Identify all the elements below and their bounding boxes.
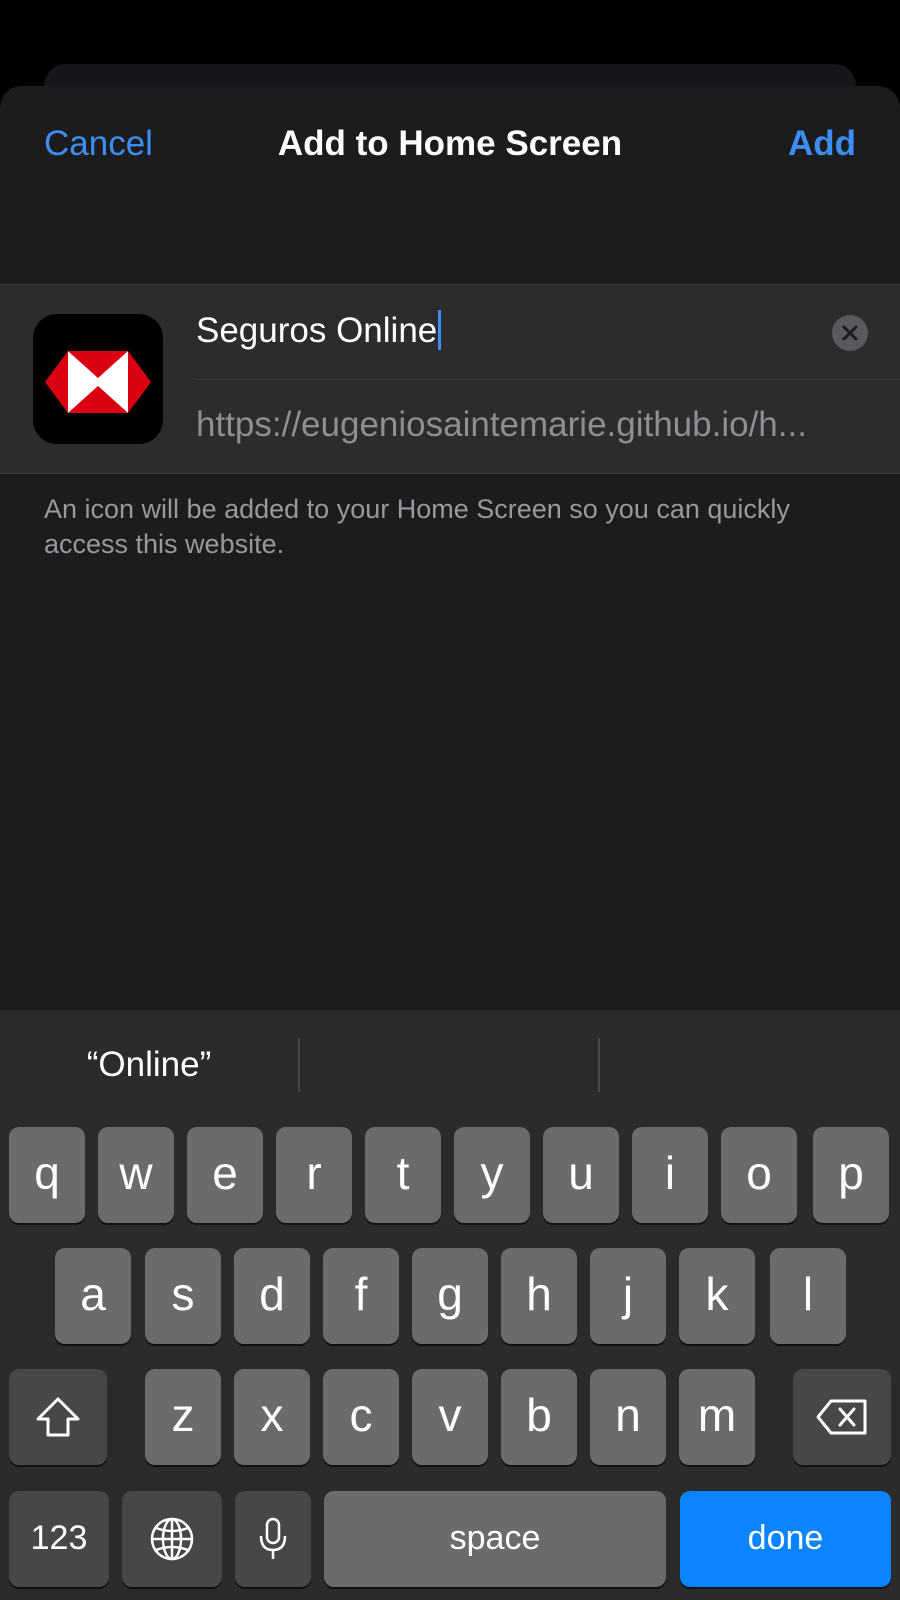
key-s[interactable]: s (145, 1248, 221, 1344)
key-h[interactable]: h (501, 1248, 577, 1344)
clear-circle-icon[interactable] (832, 315, 868, 351)
key-f[interactable]: f (323, 1248, 399, 1344)
key-w[interactable]: w (98, 1127, 174, 1223)
key-m[interactable]: m (679, 1369, 755, 1465)
key-j[interactable]: j (590, 1248, 666, 1344)
name-input-value: Seguros Online (196, 311, 438, 350)
backspace-icon (816, 1399, 867, 1435)
key-q[interactable]: q (9, 1127, 85, 1223)
field-divider (196, 379, 900, 380)
hsbc-logo-icon (33, 314, 163, 444)
globe-key[interactable] (122, 1491, 222, 1587)
numbers-key[interactable]: 123 (9, 1491, 109, 1587)
key-t[interactable]: t (365, 1127, 441, 1223)
shift-arrow-icon (36, 1397, 80, 1437)
key-k[interactable]: k (679, 1248, 755, 1344)
key-e[interactable]: e (187, 1127, 263, 1223)
key-n[interactable]: n (590, 1369, 666, 1465)
key-z[interactable]: z (145, 1369, 221, 1465)
key-a[interactable]: a (55, 1248, 131, 1344)
key-o[interactable]: o (721, 1127, 797, 1223)
name-input[interactable]: Seguros Online (196, 285, 836, 379)
bookmark-card: Seguros Online https://eugeniosaintemari… (0, 284, 900, 474)
page-title: Add to Home Screen (277, 124, 623, 163)
key-d[interactable]: d (234, 1248, 310, 1344)
footnote-text: An icon will be added to your Home Scree… (44, 494, 790, 559)
url-text: https://eugeniosaintemarie.github.io/h..… (196, 405, 807, 444)
delete-key[interactable] (793, 1369, 891, 1465)
space-key[interactable]: space (324, 1491, 666, 1587)
suggestion-bar: “Online” (0, 1010, 900, 1110)
key-p[interactable]: p (813, 1127, 889, 1223)
nav-bar: Cancel Add to Home Screen Add (0, 86, 900, 206)
suggestion-item[interactable] (300, 1010, 598, 1120)
key-g[interactable]: g (412, 1248, 488, 1344)
done-key[interactable]: done (680, 1491, 891, 1587)
key-b[interactable]: b (501, 1369, 577, 1465)
key-l[interactable]: l (770, 1248, 846, 1344)
globe-icon (150, 1517, 194, 1561)
shift-key[interactable] (9, 1369, 107, 1465)
key-u[interactable]: u (543, 1127, 619, 1223)
keyboard: “Online” q w e r t y u i o p a s d f g h… (0, 1010, 900, 1600)
key-i[interactable]: i (632, 1127, 708, 1223)
key-v[interactable]: v (412, 1369, 488, 1465)
microphone-icon (259, 1517, 287, 1559)
key-r[interactable]: r (276, 1127, 352, 1223)
add-button[interactable]: Add (788, 124, 856, 164)
suggestion-item[interactable] (600, 1010, 900, 1120)
key-y[interactable]: y (454, 1127, 530, 1223)
suggestion-item[interactable]: “Online” (0, 1010, 298, 1120)
dictation-key[interactable] (235, 1491, 311, 1587)
key-x[interactable]: x (234, 1369, 310, 1465)
key-c[interactable]: c (323, 1369, 399, 1465)
text-caret (438, 310, 442, 350)
